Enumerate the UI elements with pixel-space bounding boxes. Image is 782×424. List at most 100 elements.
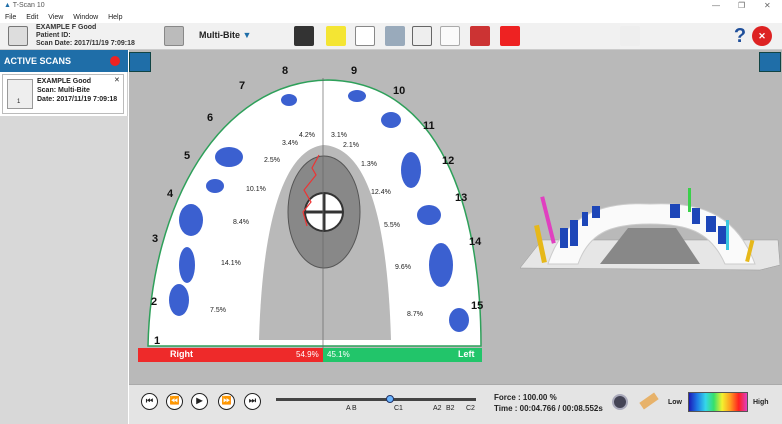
minimize-icon[interactable]: —	[712, 0, 720, 12]
scan-type: Multi-Bite	[58, 87, 90, 94]
camera-icon[interactable]	[294, 26, 314, 46]
percent-tooth-15: 8.7%	[407, 311, 423, 318]
app-logo-icon: ▲	[4, 2, 11, 9]
tooth-number-10: 10	[393, 85, 406, 97]
3d-inner-shadow	[600, 228, 700, 264]
note-icon[interactable]	[326, 26, 346, 46]
tooth-number-13: 13	[455, 192, 468, 204]
skip-end-button[interactable]: ⏭	[244, 393, 261, 410]
arch-icon[interactable]	[412, 26, 432, 46]
save-icon[interactable]	[164, 26, 184, 46]
scan-type-label: Scan:	[37, 87, 57, 94]
tooth-number-7: 7	[239, 80, 246, 92]
arch-diagram	[138, 78, 482, 362]
percent-tooth-6: 2.5%	[264, 157, 280, 164]
percent-tooth-13: 5.5%	[384, 222, 400, 229]
menu-view[interactable]: View	[48, 14, 63, 21]
help-icon[interactable]: ?	[730, 26, 750, 46]
title-bar: ▲ T-Scan 10 — ❐ ✕	[0, 0, 782, 12]
percent-tooth-8: 4.2%	[299, 132, 315, 139]
close-icon[interactable]: ✕	[764, 0, 771, 12]
force-color-legend	[688, 392, 748, 412]
patient-info: EXAMPLE F Good Patient ID: Scan Date: 20…	[36, 24, 135, 48]
scan-date-label: Scan Date:	[36, 40, 73, 47]
percent-tooth-9: 3.1%	[331, 132, 347, 139]
percent-tooth-10: 2.1%	[343, 142, 359, 149]
menu-edit[interactable]: Edit	[26, 14, 38, 21]
active-scans-header: ACTIVE SCANS	[0, 50, 128, 72]
3d-bar-right-green	[688, 188, 691, 212]
tooth-number-1: 1	[154, 335, 161, 347]
fast-forward-button[interactable]: ⏩	[218, 393, 235, 410]
menu-file[interactable]: File	[5, 14, 16, 21]
timeline-track[interactable]	[276, 398, 476, 401]
balance-right-label: Right	[170, 349, 193, 359]
scan-index: 1	[17, 99, 21, 105]
recording-icon[interactable]	[470, 26, 490, 46]
active-scans-title: ACTIVE SCANS	[4, 56, 72, 66]
tooth-number-2: 2	[151, 296, 158, 308]
marker-a2: A2	[433, 405, 442, 412]
scan-name: EXAMPLE Good	[37, 78, 92, 85]
balance-right-value: 54.9%	[296, 350, 319, 359]
percent-tooth-2: 7.5%	[210, 307, 226, 314]
left-panel-empty	[0, 116, 128, 424]
mode-select[interactable]: Multi-Bite ▼	[199, 30, 251, 40]
balance-left-label: Left	[458, 349, 475, 359]
layers-icon[interactable]	[385, 26, 405, 46]
scan-date2: 2017/11/19 7:09:18	[56, 96, 118, 103]
tooth-number-6: 6	[207, 112, 214, 124]
patient-icon[interactable]	[8, 26, 28, 46]
marker-b2: B2	[446, 405, 455, 412]
skip-start-button[interactable]: ⏮	[141, 393, 158, 410]
menu-window[interactable]: Window	[73, 14, 98, 21]
close-scan-icon[interactable]: ✕	[114, 76, 120, 84]
window-title: T-Scan 10	[12, 2, 45, 9]
scan-date-label2: Date:	[37, 96, 55, 103]
marker-b: B	[352, 405, 357, 412]
marker-a: A	[346, 405, 351, 412]
percent-tooth-4: 8.4%	[233, 219, 249, 226]
graph-icon[interactable]	[355, 26, 375, 46]
tooth-number-3: 3	[152, 233, 159, 245]
tooth-number-5: 5	[184, 150, 191, 162]
menu-help[interactable]: Help	[108, 14, 122, 21]
tooth-number-15: 15	[471, 300, 484, 312]
scan-card[interactable]: 1 EXAMPLE Good Scan: Multi-Bite Date: 20…	[2, 74, 124, 114]
gauge-icon[interactable]	[612, 394, 628, 410]
tooth-number-9: 9	[351, 65, 358, 77]
disclose-icon[interactable]	[500, 26, 520, 46]
chevron-down-icon: ▼	[242, 30, 252, 40]
main-view: 1 2 3 4 5 6 7 8 9 10 11 12 13 14 15 4.2%…	[129, 50, 782, 384]
tooth-number-4: 4	[167, 188, 174, 200]
toolbar: EXAMPLE F Good Patient ID: Scan Date: 20…	[0, 23, 782, 50]
menu-bar: File Edit View Window Help	[0, 12, 782, 23]
mode-value: Multi-Bite	[199, 30, 240, 40]
legend-low: Low	[668, 399, 682, 406]
maximize-icon[interactable]: ❐	[738, 0, 745, 12]
marker-c1: C1	[394, 405, 403, 412]
clock-icon[interactable]	[759, 52, 781, 72]
balance-left-value: 45.1%	[327, 350, 350, 359]
sensor-icon	[620, 26, 640, 46]
remove-scan-icon[interactable]	[110, 56, 120, 66]
patient-id-label: Patient ID:	[36, 32, 71, 39]
tooth-number-12: 12	[442, 155, 455, 167]
time-readout: Time : 00:04.766 / 00:08.552s	[494, 404, 603, 413]
rewind-button[interactable]: ⏪	[166, 393, 183, 410]
percent-tooth-3: 14.1%	[221, 260, 241, 267]
marker-c2: C2	[466, 405, 475, 412]
legend-high: High	[753, 399, 769, 406]
play-button[interactable]: ▶	[191, 393, 208, 410]
3d-bar-left-pink	[540, 196, 556, 244]
patient-name: EXAMPLE F Good	[36, 24, 97, 31]
tooth-number-11: 11	[423, 120, 435, 132]
percent-tooth-7: 3.4%	[282, 140, 298, 147]
percent-tooth-11: 1.3%	[361, 161, 377, 168]
percent-tooth-12: 12.4%	[371, 189, 391, 196]
close-app-icon[interactable]: ✕	[752, 26, 772, 46]
tooth-icon[interactable]	[440, 26, 460, 46]
3d-bar-right-cyan	[726, 220, 729, 250]
timeline-handle[interactable]	[386, 395, 394, 403]
tooth-number-14: 14	[469, 236, 482, 248]
